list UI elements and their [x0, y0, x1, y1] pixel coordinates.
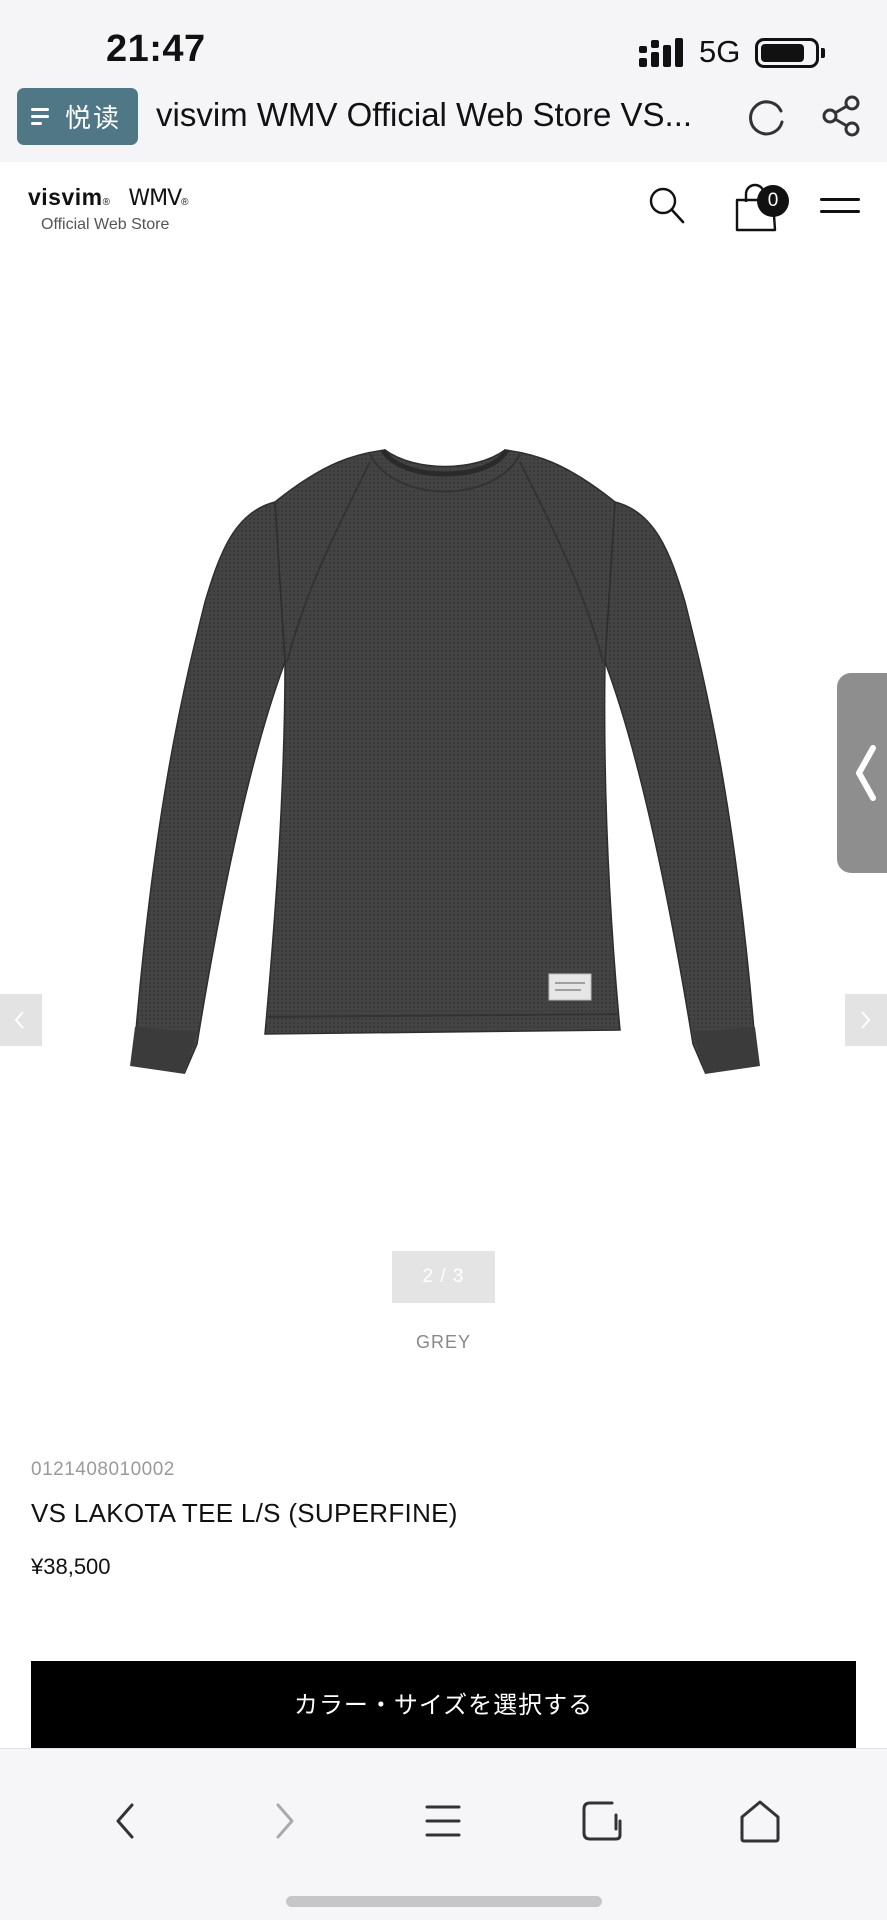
menu-icon[interactable] — [413, 1791, 473, 1851]
side-drawer-handle[interactable] — [837, 673, 887, 873]
product-gallery — [0, 272, 887, 1232]
chevron-left-icon — [14, 1011, 24, 1029]
menu-icon — [31, 107, 53, 127]
back-icon[interactable] — [96, 1791, 156, 1851]
gallery-prev-button[interactable] — [0, 994, 42, 1046]
site-logo[interactable]: visvim® WMV® Official Web Store — [28, 184, 198, 234]
page-title[interactable]: visvim WMV Official Web Store VS... — [156, 96, 726, 134]
product-name: VS LAKOTA TEE L/S (SUPERFINE) — [31, 1498, 458, 1528]
product-image-tee[interactable] — [125, 442, 795, 1122]
product-price: ¥38,500 — [31, 1554, 111, 1579]
home-indicator[interactable] — [286, 1896, 602, 1907]
reader-mode-button[interactable]: 悦读 — [17, 88, 138, 145]
gallery-next-button[interactable] — [845, 994, 887, 1046]
network-type: 5G — [699, 34, 741, 69]
search-icon[interactable] — [648, 186, 686, 226]
logo-subtitle: Official Web Store — [41, 216, 170, 233]
cart-count-badge[interactable]: 0 — [757, 185, 789, 217]
select-color-size-button[interactable]: カラー・サイズを選択する — [31, 1661, 856, 1749]
battery-tip — [821, 48, 825, 58]
refresh-icon[interactable] — [745, 95, 789, 139]
browser-bottom-nav — [0, 1748, 887, 1920]
tabs-icon[interactable] — [572, 1791, 632, 1851]
signal-strength-icon — [639, 38, 683, 67]
share-icon[interactable] — [820, 94, 864, 138]
browser-toolbar: 悦读 visvim WMV Official Web Store VS... — [0, 84, 887, 162]
battery-icon — [755, 38, 819, 68]
logo-wmv: WMV — [128, 186, 182, 211]
status-bar: 21:47 5G — [0, 0, 887, 84]
status-time: 21:47 — [106, 28, 206, 70]
battery-level — [761, 44, 804, 62]
chevron-left-icon — [856, 745, 876, 801]
color-name: GREY — [415, 1332, 471, 1352]
reader-mode-label: 悦读 — [65, 104, 122, 134]
product-sku: 0121408010002 — [31, 1459, 175, 1480]
forward-icon[interactable] — [254, 1791, 314, 1851]
logo-visvim: visvim — [28, 184, 103, 210]
gallery-pager: 2 / 3 — [392, 1251, 495, 1303]
chevron-right-icon — [861, 1011, 871, 1029]
site-header: visvim® WMV® Official Web Store 0 — [0, 162, 887, 272]
home-icon[interactable] — [730, 1791, 790, 1851]
hamburger-menu-icon[interactable] — [820, 198, 860, 218]
